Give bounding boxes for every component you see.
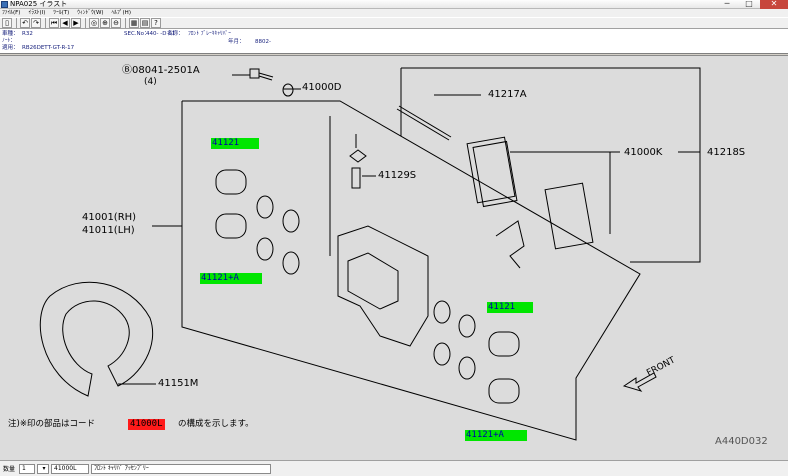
zoom-fit-icon[interactable]: ◎ — [89, 18, 99, 28]
bleeder-screw — [349, 149, 367, 163]
info-panel: 車種： R32 ﾉｰﾄ： 適用： RB26DETT-GT-R-17 SEC.No… — [0, 29, 788, 54]
seal-ring — [433, 300, 451, 324]
menu-bar: ﾌｧｲﾙ(F) ｲﾗｽﾄ(I) ﾂｰﾙ(T) ｳｨﾝﾄﾞｳ(W) ﾍﾙﾌﾟ(H) — [0, 9, 788, 17]
first-icon[interactable]: ⏮ — [49, 18, 59, 28]
seal-ring — [458, 356, 476, 380]
file-icon[interactable]: ▯ — [2, 18, 12, 28]
back-icon[interactable]: ↶ — [20, 18, 30, 28]
name-label: 名称： — [167, 31, 184, 37]
menu-tools[interactable]: ﾂｰﾙ(T) — [53, 10, 69, 17]
part-41011-label[interactable]: 41011(LH) — [82, 225, 135, 236]
part-41001-label[interactable]: 41001(RH) — [82, 212, 136, 223]
footnote-prefix: 注)※印の部品はコード — [8, 419, 95, 429]
toolbar-separator — [125, 18, 126, 28]
bolt-head — [249, 68, 260, 79]
qty-label: 数量 — [3, 466, 16, 473]
footnote-suffix: の構成を示します。 — [178, 419, 254, 429]
piston — [215, 213, 247, 239]
piston — [215, 169, 247, 195]
zoom-in-icon[interactable]: ⊕ — [100, 18, 110, 28]
menu-file[interactable]: ﾌｧｲﾙ(F) — [2, 10, 20, 17]
part-41151m-label[interactable]: 41151M — [158, 378, 198, 389]
parts-diagram — [39, 67, 701, 441]
year-label: 年月： — [228, 39, 245, 45]
part-number-field[interactable]: 41000L — [51, 463, 90, 474]
app-icon — [1, 0, 8, 8]
seal-ring — [282, 209, 300, 233]
bolt-qty-label: (4) — [144, 77, 157, 87]
footnote-code[interactable]: 41000L — [128, 419, 165, 430]
menu-illustration[interactable]: ｲﾗｽﾄ(I) — [28, 10, 45, 17]
toolbar-separator — [45, 18, 46, 28]
print-icon[interactable]: ▤ — [140, 18, 150, 28]
grid-icon[interactable]: ▦ — [129, 18, 139, 28]
menu-help[interactable]: ﾍﾙﾌﾟ(H) — [112, 10, 131, 17]
toolbar: ▯ ↶ ↷ ⏮ ◀ ▶ ◎ ⊕ ⊖ ▦ ▤ ? — [0, 17, 788, 29]
applies-label: 適用： — [2, 45, 19, 51]
menu-window[interactable]: ｳｨﾝﾄﾞｳ(W) — [77, 10, 103, 17]
part-41218s-label[interactable]: 41218S — [707, 147, 745, 158]
window-title: NPA025 イラスト — [10, 0, 68, 8]
pad-pin — [396, 108, 450, 141]
help-icon[interactable]: ? — [151, 18, 161, 28]
seal-ring — [282, 251, 300, 275]
seal-ring — [256, 237, 274, 261]
title-bar: NPA025 イラスト ─ □ ✕ — [0, 0, 788, 9]
model-value: R32 — [22, 31, 33, 37]
next-icon[interactable]: ▶ — [71, 18, 81, 28]
part-description-field[interactable]: ﾌﾛﾝﾄ ｷｬﾘﾊﾟ ｱｯｾﾝﾌﾞﾘｰ — [91, 463, 272, 474]
minimize-button[interactable]: ─ — [716, 0, 738, 9]
toolbar-separator — [16, 18, 17, 28]
piston — [488, 331, 520, 357]
toolbar-separator — [85, 18, 86, 28]
washer — [282, 83, 294, 97]
name-value: ﾌﾛﾝﾄ ﾌﾞﾚｰｷｷｬﾘﾊﾟｰ — [188, 31, 231, 37]
part-tag-41121[interactable]: 41121 — [487, 302, 533, 313]
caliper-body — [337, 225, 429, 347]
part-41000k-label[interactable]: 41000K — [624, 147, 662, 158]
prev-icon[interactable]: ◀ — [60, 18, 70, 28]
part-41129s-label[interactable]: 41129S — [378, 170, 416, 181]
dust-shield — [39, 281, 154, 397]
year-value: 8802- — [255, 39, 271, 45]
part-tag-41121[interactable]: 41121 — [211, 138, 259, 149]
bolt-label[interactable]: Ⓑ08041-2501A — [122, 65, 200, 76]
seal-ring — [458, 314, 476, 338]
seal-ring — [433, 342, 451, 366]
part-41217a-label[interactable]: 41217A — [488, 89, 527, 100]
zoom-out-icon[interactable]: ⊖ — [111, 18, 121, 28]
maximize-button[interactable]: □ — [738, 0, 760, 9]
status-bar: 数量 1 ▾ 41000L ﾌﾛﾝﾄ ｷｬﾘﾊﾟ ｱｯｾﾝﾌﾞﾘｰ — [0, 460, 788, 476]
forward-icon[interactable]: ↷ — [31, 18, 41, 28]
anti-squeal-shim — [495, 220, 525, 269]
qty-spinner[interactable]: ▾ — [37, 463, 50, 474]
part-tag-41121a[interactable]: 41121+A — [200, 273, 262, 284]
piston — [488, 378, 520, 404]
part-41000d-label[interactable]: 41000D — [302, 82, 342, 93]
qty-field[interactable]: 1 — [19, 463, 36, 474]
illustration-code: A440D032 — [715, 436, 768, 447]
seal-ring — [256, 195, 274, 219]
part-tag-41121a[interactable]: 41121+A — [465, 430, 527, 441]
applies-value: RB26DETT-GT-R-17 — [22, 45, 75, 51]
diagram-canvas[interactable]: Ⓑ08041-2501A (4) 41000D 41217A 41000K 41… — [0, 55, 788, 460]
close-button[interactable]: ✕ — [760, 0, 788, 9]
pad-kit-outline — [401, 67, 701, 263]
